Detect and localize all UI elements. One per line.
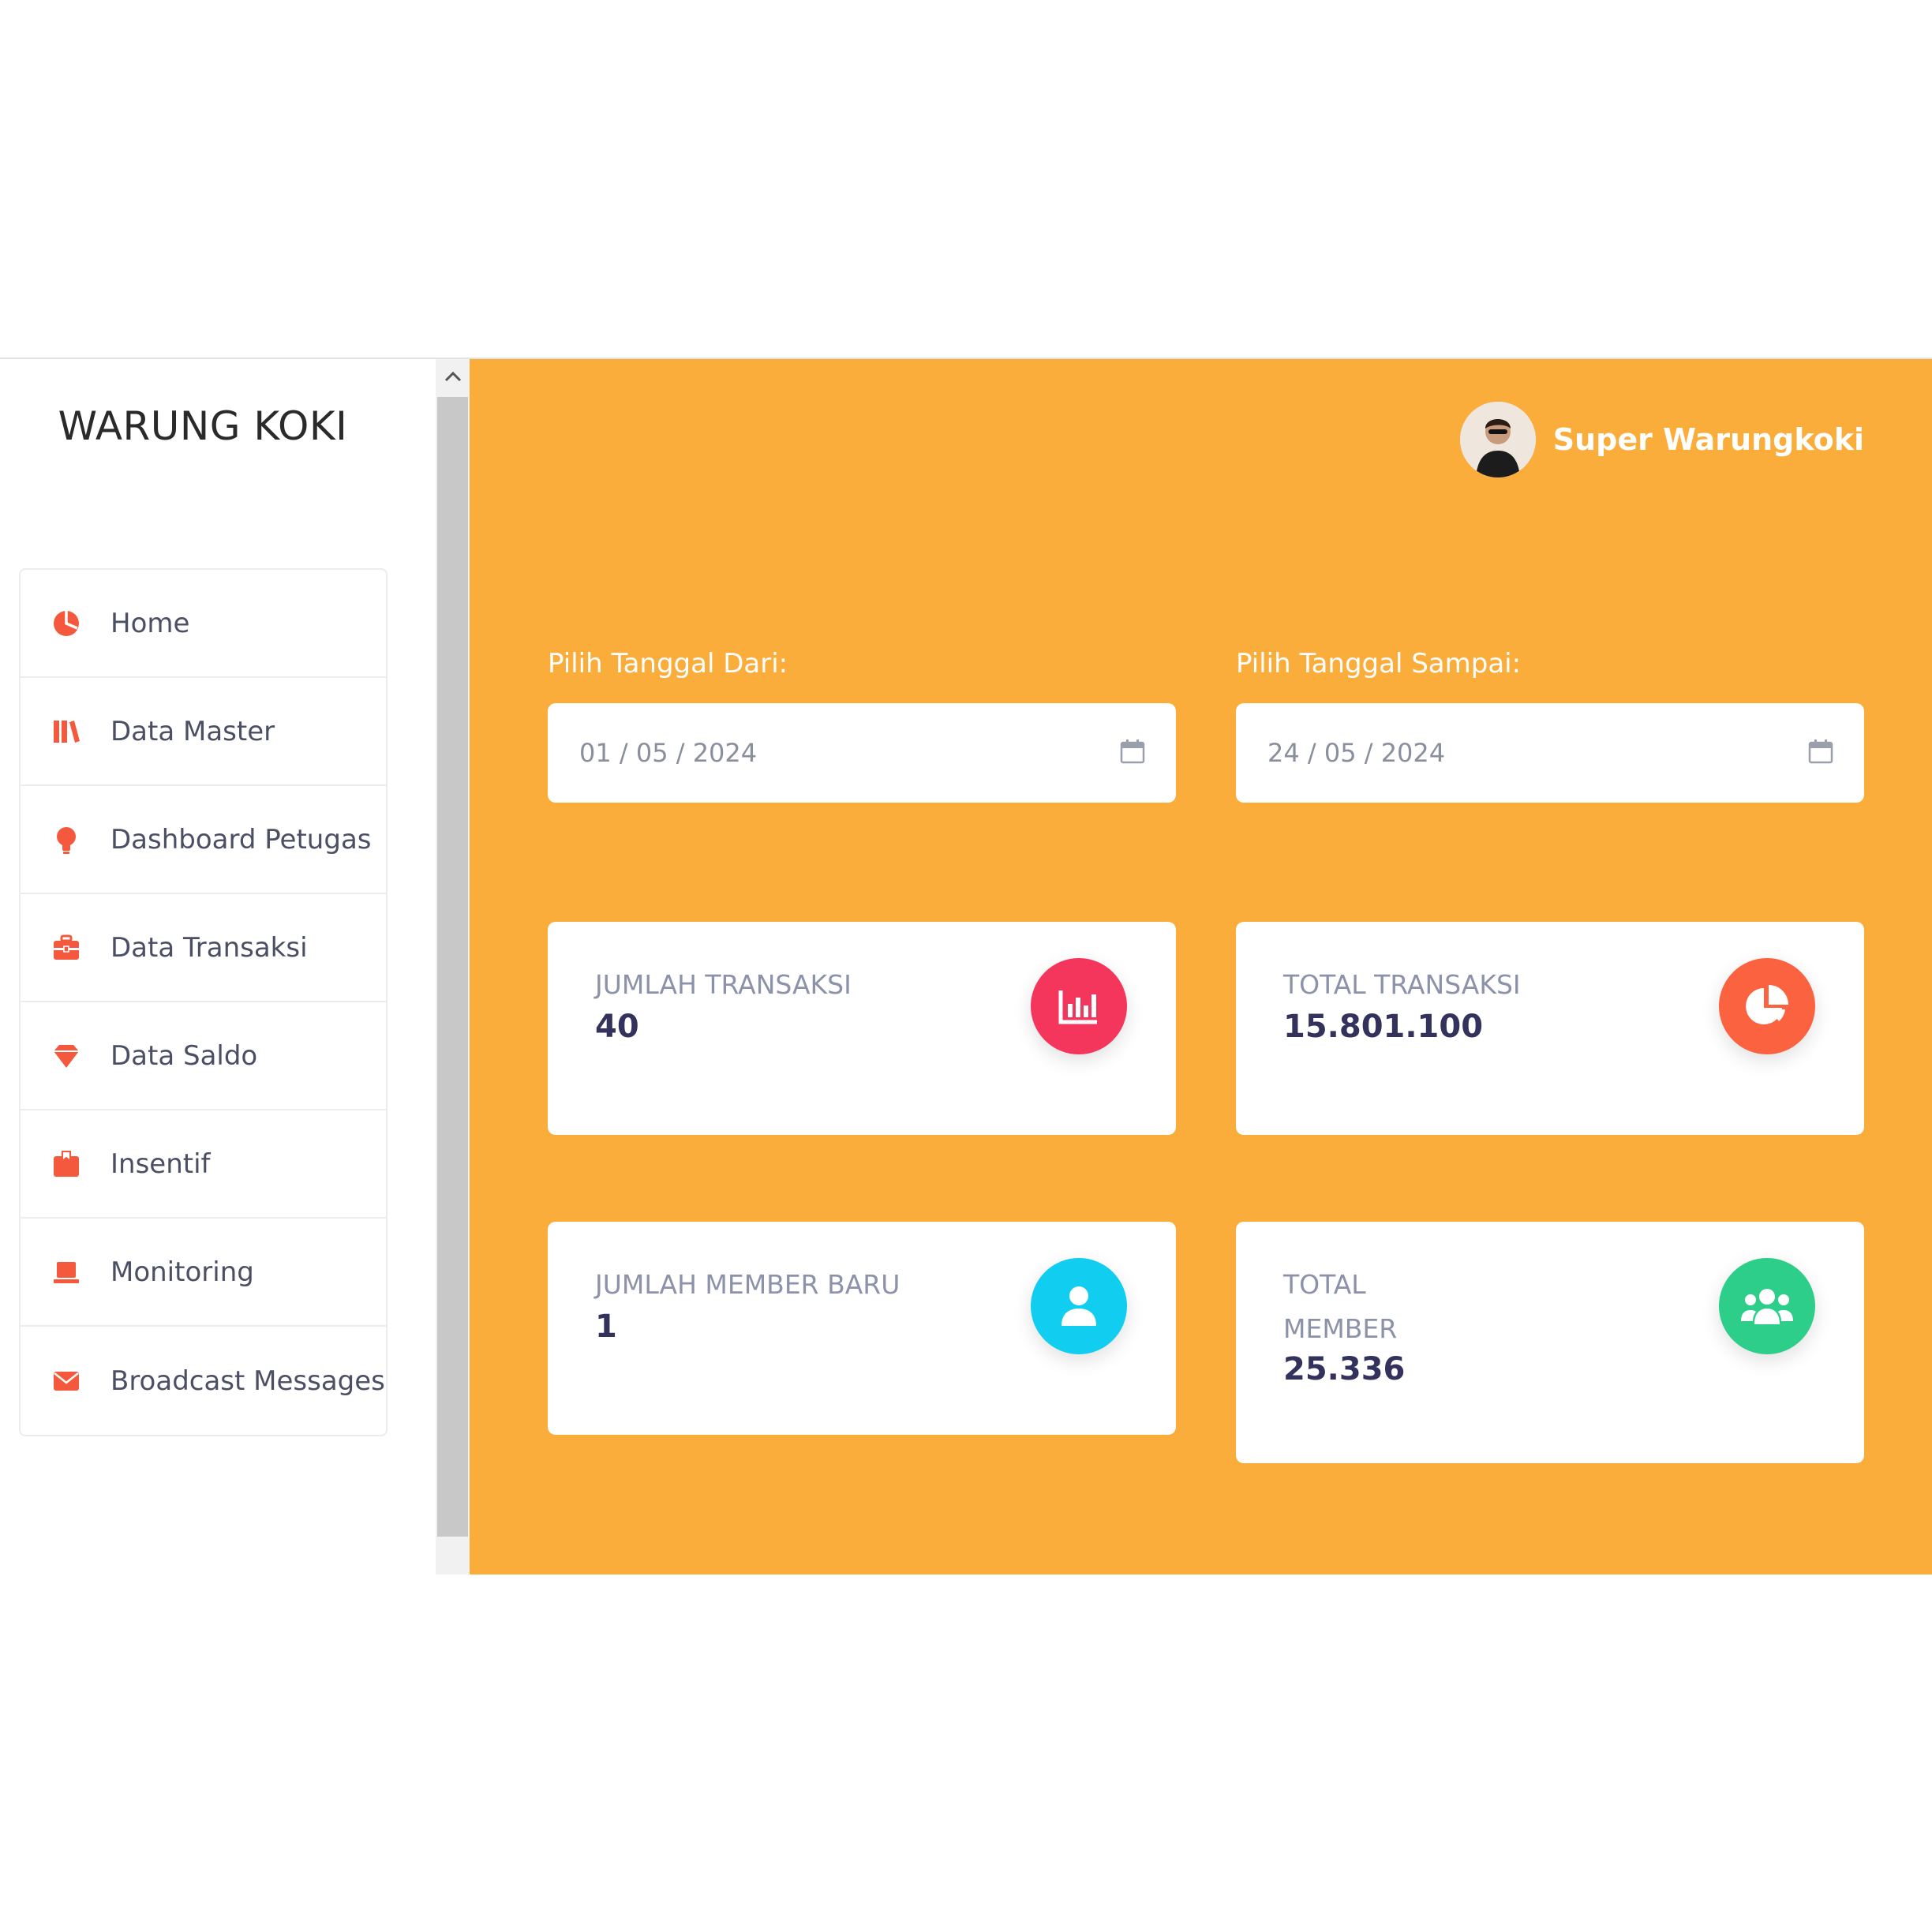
calendar-icon[interactable] (1807, 738, 1834, 765)
stat-value: 1 (595, 1309, 617, 1345)
stat-title: TOTAL TRANSAKSI (1283, 969, 1521, 1000)
calendar-icon[interactable] (1119, 738, 1146, 765)
envelope-icon (51, 1365, 82, 1397)
brand-title: WARUNG KOKI (58, 403, 348, 449)
bar-chart-icon (1058, 990, 1097, 1024)
diamond-icon (51, 1040, 82, 1072)
date-to-input[interactable]: 24 / 05 / 2024 (1236, 703, 1864, 803)
stat-card-jumlah-member-baru: JUMLAH MEMBER BARU 1 (548, 1222, 1176, 1435)
scrollbar-thumb[interactable] (437, 397, 468, 1537)
sidebar-item-home[interactable]: Home (21, 570, 386, 678)
sidebar-item-data-transaksi[interactable]: Data Transaksi (21, 894, 386, 1002)
stat-icon-circle (1031, 958, 1127, 1054)
stat-title: JUMLAH MEMBER BARU (595, 1269, 900, 1300)
user-icon (1061, 1286, 1096, 1326)
laptop-icon (51, 1256, 82, 1288)
sidebar-item-label: Data Saldo (110, 1039, 258, 1072)
sidebar-item-broadcast-messages[interactable]: Broadcast Messages (21, 1327, 386, 1435)
user-menu[interactable]: Super Warungkoki (1459, 402, 1864, 477)
stat-title: JUMLAH TRANSAKSI (595, 969, 852, 1000)
scroll-up-button[interactable] (436, 359, 470, 394)
sidebar-item-label: Broadcast Messages (110, 1365, 385, 1397)
sidebar-item-label: Data Transaksi (110, 931, 308, 964)
books-icon (51, 716, 82, 747)
stat-value: 40 (595, 1009, 639, 1045)
stat-value: 15.801.100 (1283, 1009, 1484, 1045)
sidebar-menu: Home Data Master Dashboard Petugas Data … (19, 568, 388, 1436)
chevron-up-icon (444, 371, 461, 382)
bulb-icon (51, 824, 82, 856)
sidebar-item-label: Monitoring (110, 1256, 254, 1288)
stat-card-total-member: TOTAL MEMBER 25.336 (1236, 1222, 1864, 1463)
stat-icon-circle (1719, 1258, 1815, 1354)
stat-card-jumlah-transaksi: JUMLAH TRANSAKSI 40 (548, 922, 1176, 1135)
sidebar-item-label: Data Master (110, 715, 275, 747)
briefcase-icon (51, 932, 82, 964)
user-name: Super Warungkoki (1552, 422, 1864, 457)
date-from-label: Pilih Tanggal Dari: (548, 648, 788, 680)
stat-icon-circle (1031, 1258, 1127, 1354)
pie-chart-icon (1746, 985, 1788, 1024)
sidebar-scrollbar[interactable] (436, 359, 470, 1574)
app-window: WARUNG KOKI Home Data Master Dashboard P… (0, 358, 1932, 1574)
sidebar-item-dashboard-petugas[interactable]: Dashboard Petugas (21, 786, 386, 894)
date-to-value: 24 / 05 / 2024 (1267, 738, 1446, 768)
sidebar-item-label: Dashboard Petugas (110, 823, 372, 856)
stat-title: TOTAL MEMBER (1283, 1269, 1398, 1344)
sidebar-item-data-master[interactable]: Data Master (21, 678, 386, 786)
pie-chart-icon (51, 608, 82, 639)
avatar (1459, 402, 1536, 477)
stat-icon-circle (1719, 958, 1815, 1054)
date-from-value: 01 / 05 / 2024 (579, 738, 758, 768)
sidebar-item-insentif[interactable]: Insentif (21, 1110, 386, 1219)
date-to-label: Pilih Tanggal Sampai: (1236, 648, 1522, 680)
main-content: Super Warungkoki Pilih Tanggal Dari: 01 … (470, 359, 1932, 1574)
sidebar-item-label: Home (110, 607, 190, 639)
users-icon (1741, 1289, 1793, 1324)
stat-card-total-transaksi: TOTAL TRANSAKSI 15.801.100 (1236, 922, 1864, 1135)
stat-value: 25.336 (1283, 1351, 1406, 1387)
box-icon (51, 1148, 82, 1180)
sidebar-item-monitoring[interactable]: Monitoring (21, 1219, 386, 1327)
sidebar-item-data-saldo[interactable]: Data Saldo (21, 1002, 386, 1110)
sidebar-item-label: Insentif (110, 1148, 211, 1180)
sidebar: WARUNG KOKI Home Data Master Dashboard P… (0, 359, 436, 1574)
date-from-input[interactable]: 01 / 05 / 2024 (548, 703, 1176, 803)
